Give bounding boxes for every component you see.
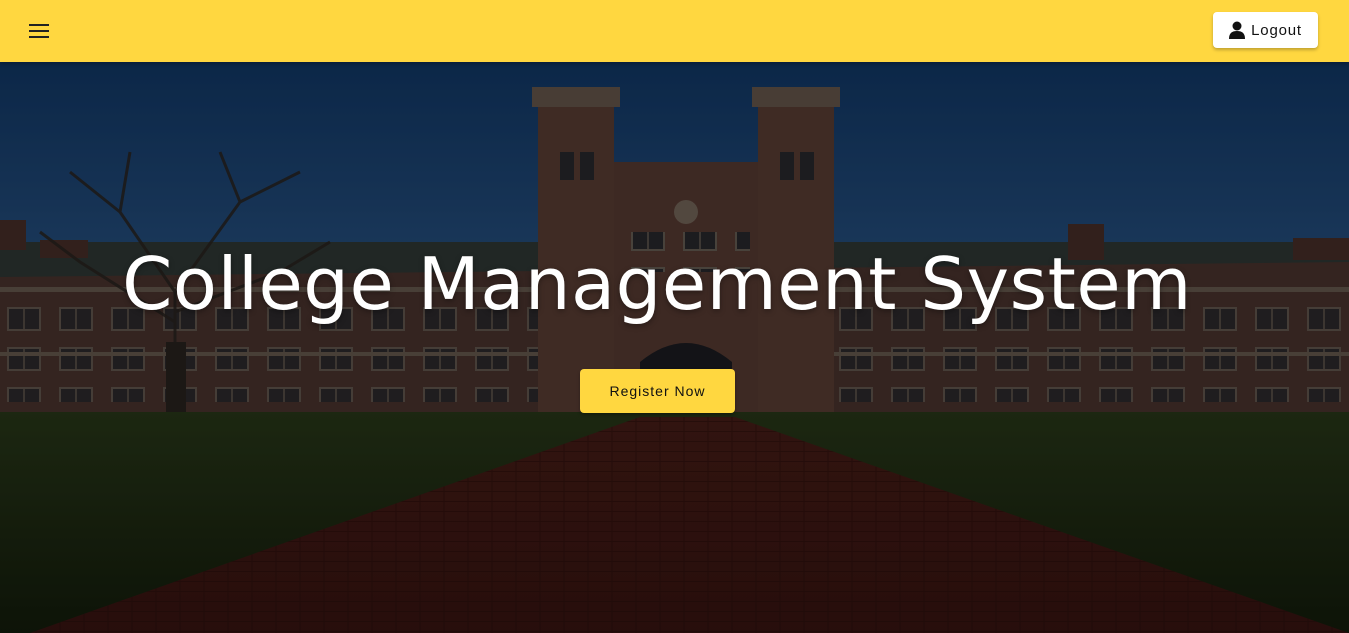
hamburger-menu-icon xyxy=(29,24,49,38)
register-now-button[interactable]: Register Now xyxy=(580,369,735,413)
menu-button[interactable] xyxy=(22,14,56,48)
logout-label: Logout xyxy=(1251,21,1302,39)
top-app-bar: Logout xyxy=(0,0,1349,62)
person-icon xyxy=(1229,21,1246,39)
hero-section: College Management System Register Now xyxy=(0,62,1349,633)
hero-title: College Management System xyxy=(122,242,1192,326)
logout-button[interactable]: Logout xyxy=(1213,12,1318,48)
campus-background-image xyxy=(0,62,1349,633)
